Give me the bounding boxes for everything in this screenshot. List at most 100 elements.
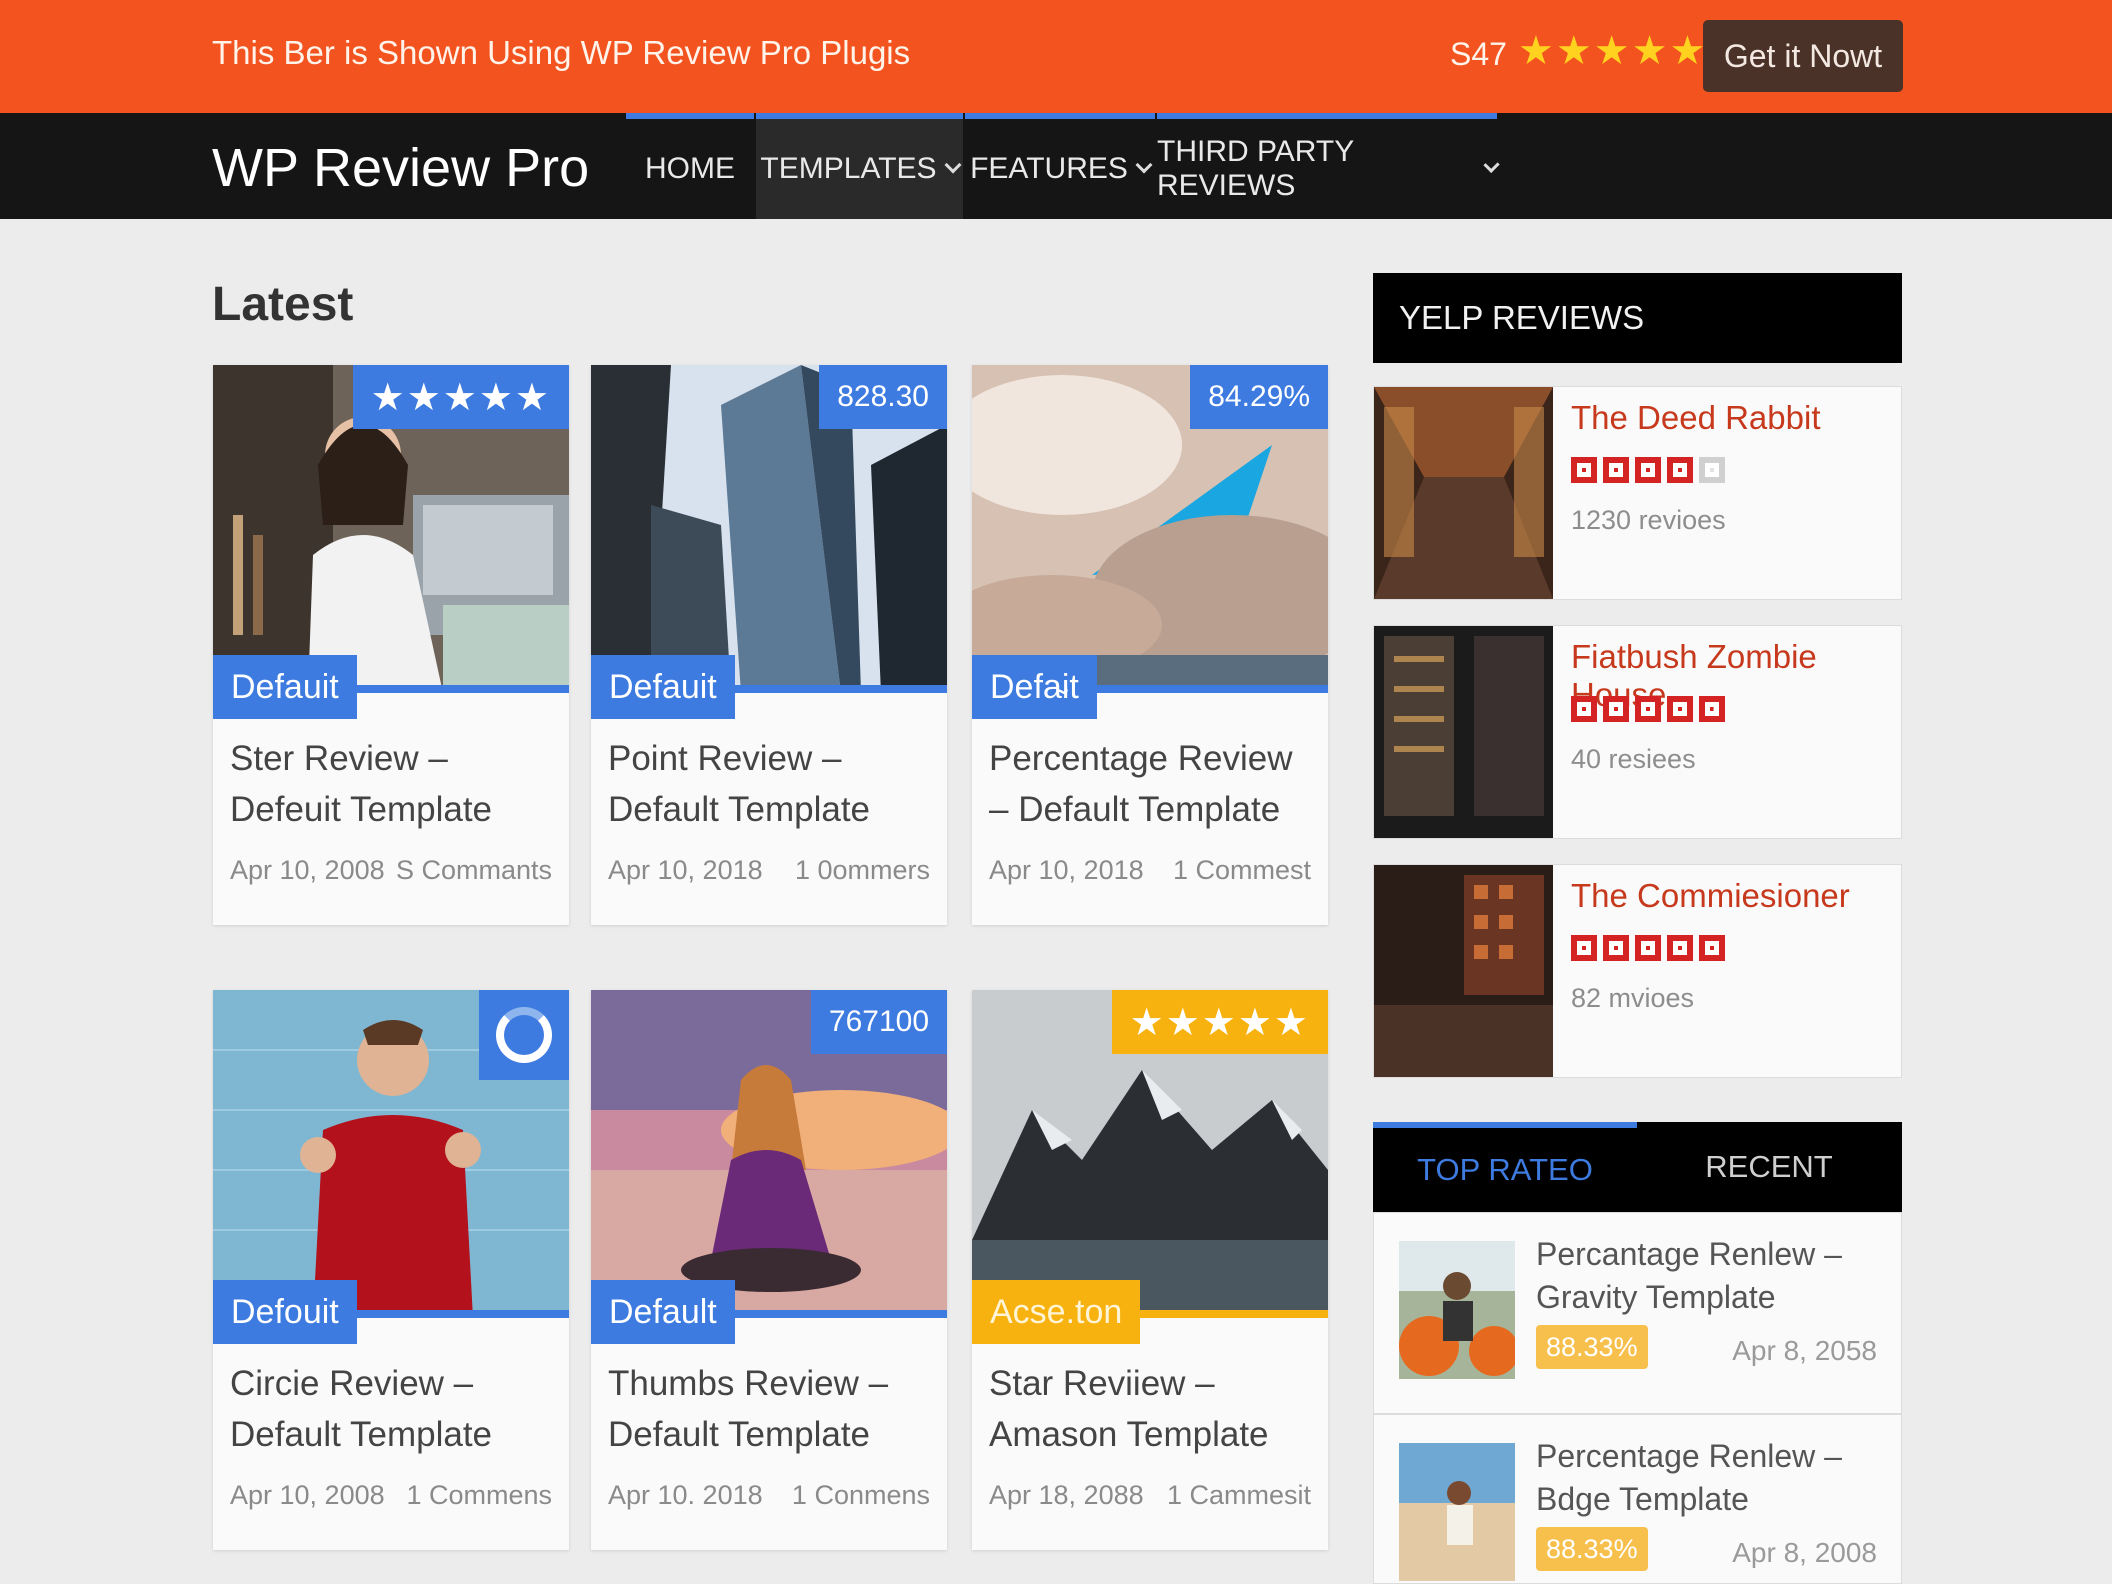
category-tag[interactable]: Defauit: [213, 655, 357, 719]
business-photo[interactable]: [1374, 387, 1553, 599]
card-date: Apr 10, 2008: [230, 1480, 385, 1510]
review-card[interactable]: 828.30 Defauit Point Review – Default Te…: [591, 365, 947, 925]
review-count: 40 resiees: [1571, 744, 1696, 774]
nav-item-templates[interactable]: TEMPLATES: [756, 113, 963, 219]
card-comments[interactable]: 1 Commens: [406, 1480, 552, 1511]
tabs-widget: TOP RATEO RECENT: [1373, 1122, 1902, 1212]
card-meta: Apr 10. 2018 1 Conmens: [608, 1480, 930, 1511]
review-card[interactable]: ★★★★★ Defauit Ster Review – Defeuit Temp…: [213, 365, 569, 925]
yelp-review-item[interactable]: Fiatbush Zombie House 40 resiees: [1373, 625, 1902, 839]
card-meta: Apr 18, 2088 1 Cammesit: [989, 1480, 1311, 1511]
rating-square-icon: [1571, 696, 1597, 722]
site-logo[interactable]: WP Review Pro: [212, 137, 589, 199]
yelp-rating: [1571, 935, 1725, 961]
review-card[interactable]: 84.29% Defa̴it Percentage Review – Defau…: [972, 365, 1328, 925]
rating-square-icon: [1699, 696, 1725, 722]
card-comments[interactable]: 1 Commest: [1173, 855, 1311, 886]
point-rating-badge: 828.30: [819, 365, 947, 429]
thumbs-rating-badge: 767100: [810, 990, 947, 1054]
yelp-rating: [1571, 457, 1725, 483]
post-title[interactable]: Percantage Renlew – Gravity Template: [1536, 1233, 1876, 1319]
percentage-rating-badge: 84.29%: [1190, 365, 1328, 429]
card-title[interactable]: Ster Review – Defeuit Template: [230, 733, 555, 835]
promo-price: S47: [1450, 36, 1507, 72]
rating-square-icon: [1571, 935, 1597, 961]
percentage-badge: 88.33%: [1536, 1325, 1648, 1369]
rating-square-icon: [1699, 935, 1725, 961]
rating-square-icon: [1667, 457, 1693, 483]
category-tag[interactable]: Default: [591, 1280, 735, 1344]
business-photo[interactable]: [1374, 865, 1553, 1077]
promo-star-rating: ★★★★★: [1518, 29, 1708, 73]
post-date: Apr 8, 2008: [1732, 1537, 1877, 1568]
nav-item-label: THIRD PARTY REVIEWS: [1157, 135, 1354, 202]
card-date: Apr 10. 2018: [608, 1480, 763, 1510]
chevron-down-icon: [1483, 156, 1500, 174]
post-date: Apr 8, 2058: [1732, 1335, 1877, 1366]
review-card[interactable]: ★★★★★ Acse.ton Star Reviiew – Amason Tem…: [972, 990, 1328, 1550]
business-name[interactable]: The Commiesioner: [1571, 877, 1850, 915]
card-title[interactable]: Percentage Review – Default Template: [989, 733, 1314, 835]
main-nav: WP Review Pro HOME TEMPLATES FEATURES TH…: [0, 113, 2112, 219]
card-title[interactable]: Thumbs Review – Default Template: [608, 1358, 933, 1460]
circle-rating-icon: [496, 1007, 552, 1063]
card-meta: Apr 10, 2018 1 0ommers: [608, 855, 930, 886]
circle-rating-badge: [479, 990, 569, 1080]
card-date: Apr 18, 2088: [989, 1480, 1144, 1510]
rating-square-icon: [1603, 457, 1629, 483]
card-meta: Apr 10, 2018 1 Commest: [989, 855, 1311, 886]
review-card[interactable]: 767100 Default Thumbs Review – Default T…: [591, 990, 947, 1550]
star-rating-badge: ★★★★★: [352, 365, 569, 429]
tab-top-rated[interactable]: TOP RATEO: [1373, 1122, 1637, 1212]
yelp-review-item[interactable]: The Deed Rabbit 1230 revioes: [1373, 386, 1902, 600]
list-item[interactable]: Percentage Renlew – Bdge Template 88.33%…: [1373, 1414, 1902, 1584]
card-comments[interactable]: 1 Cammesit: [1167, 1480, 1311, 1511]
yelp-rating: [1571, 696, 1725, 722]
nav-item-home[interactable]: HOME: [626, 113, 754, 219]
list-item[interactable]: Percantage Renlew – Gravity Template 88.…: [1373, 1212, 1902, 1414]
category-tag[interactable]: Defauit: [591, 655, 735, 719]
rating-square-icon: [1667, 935, 1693, 961]
section-heading: Latest: [212, 278, 354, 331]
rating-square-icon: [1603, 935, 1629, 961]
review-count: 1230 revioes: [1571, 505, 1726, 535]
category-tag[interactable]: Acse.ton: [972, 1280, 1141, 1344]
yelp-reviews-heading: YELP REVIEWS: [1373, 273, 1902, 363]
tab-recent[interactable]: RECENT: [1637, 1122, 1901, 1212]
card-meta: Apr 10, 2008 1 Commens: [230, 1480, 552, 1511]
nav-item-label: HOME: [645, 152, 735, 185]
review-count: 82 mvioes: [1571, 983, 1695, 1013]
business-photo[interactable]: [1374, 626, 1553, 838]
nav-item-features[interactable]: FEATURES: [965, 113, 1155, 219]
card-title[interactable]: Circie Review – Default Template: [230, 1358, 555, 1460]
card-comments[interactable]: 1 0ommers: [795, 855, 930, 886]
review-card[interactable]: Defouit Circie Review – Default Template…: [213, 990, 569, 1550]
card-date: Apr 10, 2018: [989, 855, 1144, 885]
business-name[interactable]: The Deed Rabbit: [1571, 399, 1820, 437]
rating-square-icon: [1635, 935, 1661, 961]
card-date: Apr 10, 2018: [608, 855, 763, 885]
category-tag[interactable]: Defa̴it: [972, 655, 1097, 719]
post-thumbnail[interactable]: [1399, 1241, 1515, 1379]
yelp-review-item[interactable]: The Commiesioner 82 mvioes: [1373, 864, 1902, 1078]
rating-square-icon: [1635, 457, 1661, 483]
rating-square-icon: [1635, 696, 1661, 722]
card-comments[interactable]: S Commants: [396, 855, 552, 886]
card-date: Apr 10, 2008: [230, 855, 385, 885]
card-title[interactable]: Point Review – Default Template: [608, 733, 933, 835]
get-it-now-button[interactable]: Get it Nowt: [1703, 20, 1903, 92]
card-comments[interactable]: 1 Conmens: [792, 1480, 930, 1511]
star-rating-badge: ★★★★★: [1111, 990, 1328, 1054]
chevron-down-icon: [944, 156, 962, 174]
rating-square-icon: [1571, 457, 1597, 483]
card-title[interactable]: Star Reviiew – Amason Template: [989, 1358, 1314, 1460]
promo-message: This Ber is Shown Using WP Review Pro Pl…: [212, 34, 911, 71]
chevron-down-icon: [1135, 156, 1153, 174]
post-thumbnail[interactable]: [1399, 1443, 1515, 1581]
nav-item-third-party-reviews[interactable]: THIRD PARTY REVIEWS: [1157, 113, 1500, 219]
post-title[interactable]: Percentage Renlew – Bdge Template: [1536, 1435, 1876, 1521]
category-tag[interactable]: Defouit: [213, 1280, 357, 1344]
nav-item-label: TEMPLATES: [760, 152, 937, 185]
nav-item-label: FEATURES: [970, 152, 1128, 185]
percentage-badge: 88.33%: [1536, 1527, 1648, 1571]
